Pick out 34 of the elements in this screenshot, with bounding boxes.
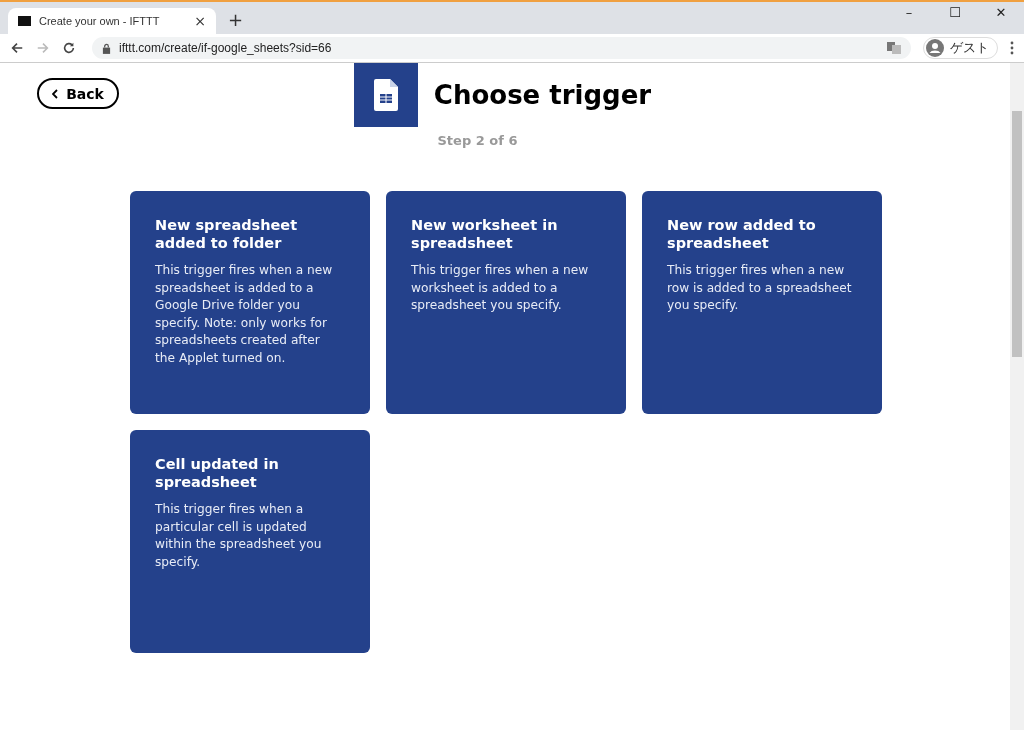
chevron-left-icon (52, 88, 59, 99)
trigger-description: This trigger fires when a particular cell is updated within the spreadsheet you specify. (155, 501, 323, 571)
back-button[interactable]: Back (37, 78, 119, 109)
new-tab-button[interactable]: + (228, 9, 244, 30)
trigger-title: New row added to spreadsheet (667, 216, 817, 252)
avatar-icon (926, 39, 944, 57)
lock-icon (102, 42, 111, 54)
trigger-card[interactable]: New row added to spreadsheet This trigger fires when a new row is added to a spreadsheet you specify. (642, 191, 882, 414)
url-text: ifttt.com/create/if-google_sheets?sid=66 (119, 41, 332, 55)
address-bar[interactable]: ifttt.com/create/if-google_sheets?sid=66 (92, 37, 911, 59)
window-control-button[interactable]: ✕ (978, 2, 1024, 24)
menu-icon[interactable] (1010, 41, 1014, 55)
back-arrow-icon[interactable] (10, 41, 24, 55)
reload-icon[interactable] (62, 41, 76, 55)
trigger-description: This trigger fires when a new row is added to a spreadsheet you specify. (667, 262, 852, 314)
trigger-description: This trigger fires when a new spreadsheet is added to a Google Drive folder you specify. Note: only works for spreadsheets created after the Applet turned on. (155, 262, 334, 367)
site-favicon-icon (18, 16, 31, 26)
trigger-title: New worksheet in spreadsheet (411, 216, 559, 252)
trigger-card[interactable]: New spreadsheet added to folder This trigger fires when a new spreadsheet is added to a Google Drive folder you specify. Note: only works for spreadsheets created after the Applet turned on. (130, 191, 370, 414)
trigger-title: New spreadsheet added to folder (155, 216, 299, 252)
step-indicator: Step 2 of 6 (437, 133, 518, 148)
translate-icon[interactable] (887, 42, 901, 54)
window-control-button[interactable]: ☐ (932, 2, 978, 24)
browser-tab[interactable]: Create your own - IFTTT × (8, 8, 216, 34)
trigger-description: This trigger fires when a new worksheet is added to a spreadsheet you specify. (411, 262, 590, 314)
trigger-card[interactable]: Cell updated in spreadsheet This trigger fires when a particular cell is updated within the spreadsheet you specify. (130, 430, 370, 653)
trigger-card[interactable]: New worksheet in spreadsheet This trigger fires when a new worksheet is added to a spreadsheet you specify. (386, 191, 626, 414)
trigger-title: Cell updated in spreadsheet (155, 455, 280, 491)
tab-title: Create your own - IFTTT (39, 15, 161, 27)
window-control-button[interactable]: – (886, 2, 932, 24)
close-tab-button[interactable]: × (194, 13, 206, 29)
scrollbar-thumb[interactable] (1012, 111, 1022, 357)
spreadsheet-logo-icon (353, 63, 418, 127)
page-title: Choose trigger (433, 80, 652, 110)
